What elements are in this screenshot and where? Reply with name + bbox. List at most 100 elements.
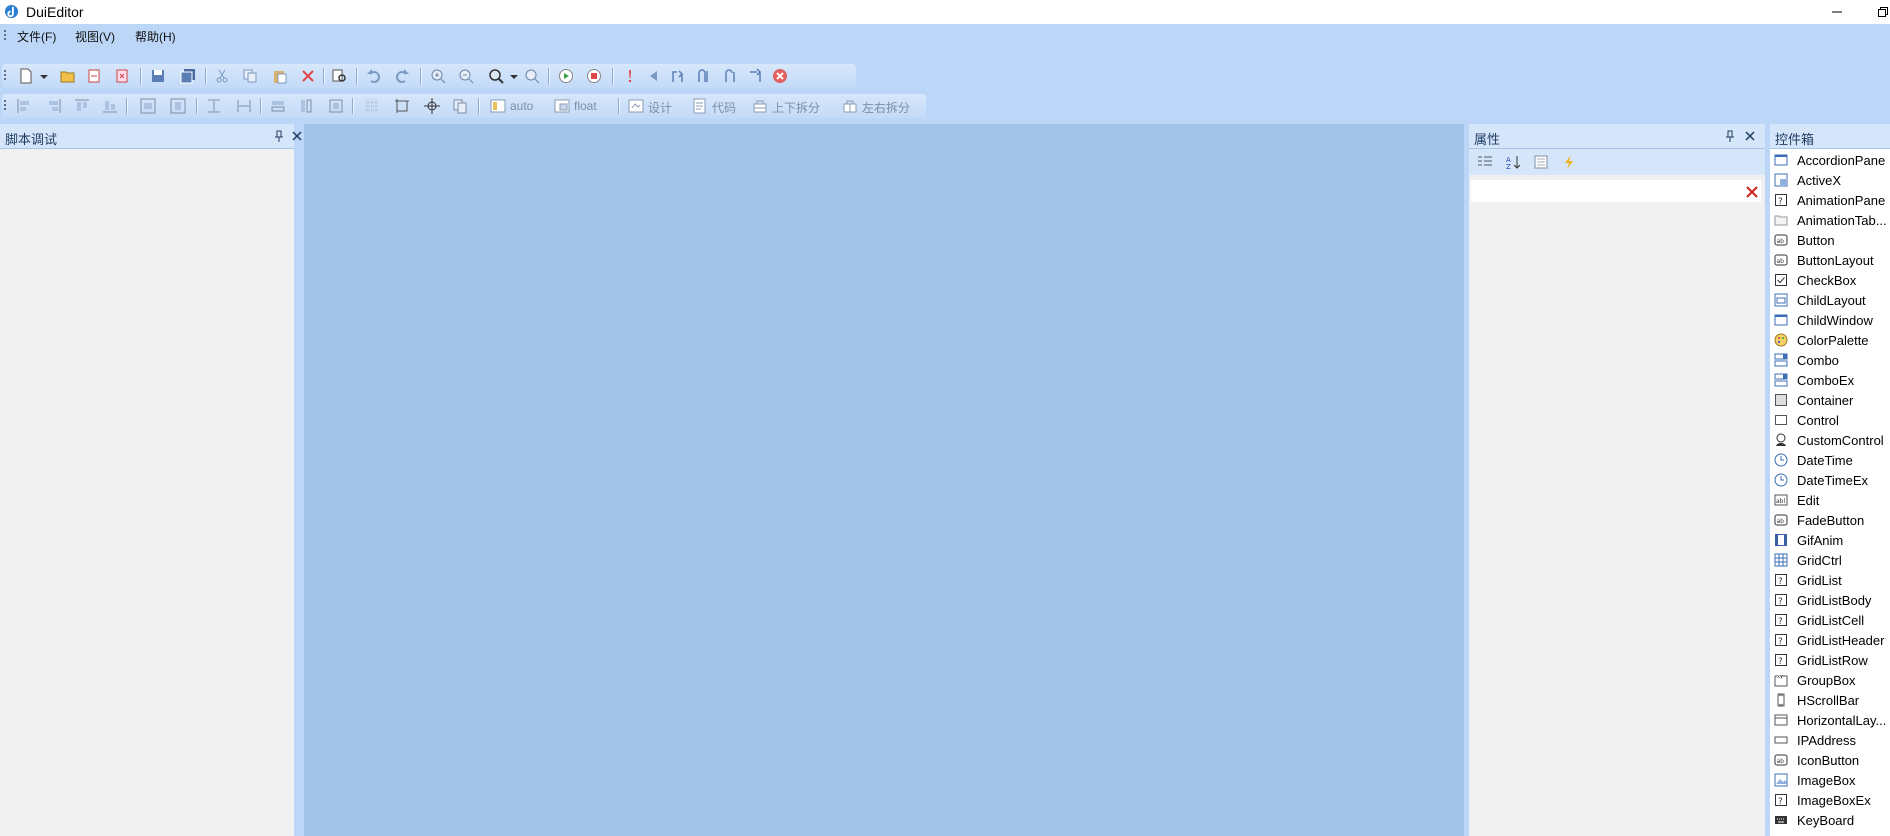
ruler-button[interactable] bbox=[394, 98, 410, 114]
run-to-cursor-button[interactable] bbox=[748, 68, 764, 84]
space-vertical-button[interactable] bbox=[206, 98, 222, 114]
toolbox-item-gridlistbody[interactable]: ? GridListBody bbox=[1770, 590, 1890, 610]
toolbox-item-imageboxex[interactable]: ? ImageBoxEx bbox=[1770, 790, 1890, 810]
auto-layout-button[interactable]: auto bbox=[510, 99, 533, 113]
toolbox-item-colorpalette[interactable]: ColorPalette bbox=[1770, 330, 1890, 350]
save-all-button[interactable] bbox=[180, 68, 196, 84]
run-button[interactable] bbox=[558, 68, 574, 84]
step-into-button[interactable] bbox=[670, 68, 686, 84]
cut-button[interactable] bbox=[214, 68, 230, 84]
toolbox-item-datetime[interactable]: DateTime bbox=[1770, 450, 1890, 470]
toolbox-item-iconbutton[interactable]: ab IconButton bbox=[1770, 750, 1890, 770]
toolbox-item-gridlistcell[interactable]: ? GridListCell bbox=[1770, 610, 1890, 630]
warning-button[interactable] bbox=[622, 68, 638, 84]
align-right-button[interactable] bbox=[46, 98, 62, 114]
toolbox-item-animationtab[interactable]: AnimationTab... bbox=[1770, 210, 1890, 230]
align-top-button[interactable] bbox=[74, 98, 90, 114]
toolbox-item-animationpane[interactable]: ? AnimationPane bbox=[1770, 190, 1890, 210]
same-height-button[interactable] bbox=[298, 98, 314, 114]
toolbox-item-activex[interactable]: ActiveX bbox=[1770, 170, 1890, 190]
toolbox-item-container[interactable]: Container bbox=[1770, 390, 1890, 410]
close-file-button[interactable] bbox=[114, 68, 130, 84]
code-view-button[interactable]: 代码 bbox=[712, 99, 736, 116]
open-button[interactable] bbox=[60, 68, 76, 84]
zoom-button[interactable] bbox=[488, 68, 504, 84]
step-over-button[interactable] bbox=[696, 68, 712, 84]
menu-help[interactable]: 帮助(H) bbox=[135, 28, 176, 45]
toolbox-item-horizontallay[interactable]: HorizontalLay... bbox=[1770, 710, 1890, 730]
align-bottom-button[interactable] bbox=[102, 98, 118, 114]
toolbox-item-gridlistrow[interactable]: ? GridListRow bbox=[1770, 650, 1890, 670]
delete-button[interactable] bbox=[300, 68, 316, 84]
toolbox-item-childwindow[interactable]: ChildWindow bbox=[1770, 310, 1890, 330]
terminate-button[interactable] bbox=[772, 68, 788, 84]
property-pages-button[interactable] bbox=[1533, 154, 1549, 170]
toolbox-item-gifanim[interactable]: GifAnim bbox=[1770, 530, 1890, 550]
find-button[interactable] bbox=[332, 68, 348, 84]
toolbox-item-combo[interactable]: Combo bbox=[1770, 350, 1890, 370]
events-button[interactable] bbox=[1561, 154, 1577, 170]
toolbox-item-checkbox[interactable]: CheckBox bbox=[1770, 270, 1890, 290]
pin-button[interactable] bbox=[1723, 129, 1737, 143]
toolbox-item-ipaddress[interactable]: IPAddress bbox=[1770, 730, 1890, 750]
toolbox-item-buttonlayout[interactable]: ab ButtonLayout bbox=[1770, 250, 1890, 270]
zoom-out-button[interactable] bbox=[458, 68, 474, 84]
toolbox-item-accordionpane[interactable]: AccordionPane bbox=[1770, 150, 1890, 170]
copy-layout-button[interactable] bbox=[452, 98, 468, 114]
center-horizontal-button[interactable] bbox=[140, 98, 156, 114]
toolbox-item-button[interactable]: ab Button bbox=[1770, 230, 1890, 250]
categorized-button[interactable] bbox=[1477, 154, 1493, 170]
menu-grip[interactable] bbox=[4, 28, 7, 42]
pin-button[interactable] bbox=[272, 129, 286, 143]
toolbar-grip[interactable] bbox=[4, 68, 7, 82]
toolbox-item-hscrollbar[interactable]: HScrollBar bbox=[1770, 690, 1890, 710]
crosshair-button[interactable] bbox=[424, 98, 440, 114]
split-vertical-button[interactable]: 上下拆分 bbox=[772, 99, 820, 116]
design-view-button[interactable]: 设计 bbox=[648, 99, 672, 116]
panel-close-button[interactable] bbox=[290, 129, 304, 143]
menu-file[interactable]: 文件(F) bbox=[17, 28, 56, 45]
float-layout-button[interactable]: float bbox=[574, 99, 597, 113]
zoom-reset-button[interactable] bbox=[524, 68, 540, 84]
new-file-dropdown[interactable] bbox=[36, 68, 48, 84]
toolbox-item-imagebox[interactable]: ImageBox bbox=[1770, 770, 1890, 790]
zoom-dropdown[interactable] bbox=[506, 68, 518, 84]
toolbox-item-control[interactable]: Control bbox=[1770, 410, 1890, 430]
toolbox-item-fadebutton[interactable]: ab FadeButton bbox=[1770, 510, 1890, 530]
paste-button[interactable] bbox=[272, 68, 288, 84]
design-canvas[interactable] bbox=[304, 124, 1464, 836]
toolbox-item-groupbox[interactable]: xy GroupBox bbox=[1770, 670, 1890, 690]
step-back-button[interactable] bbox=[646, 68, 662, 84]
toolbox-item-datetimeex[interactable]: DateTimeEx bbox=[1770, 470, 1890, 490]
grid-button[interactable] bbox=[364, 98, 380, 114]
split-horizontal-button[interactable]: 左右拆分 bbox=[862, 99, 910, 116]
minimize-button[interactable] bbox=[1814, 0, 1860, 24]
same-width-button[interactable] bbox=[270, 98, 286, 114]
zoom-in-button[interactable] bbox=[430, 68, 446, 84]
property-search-input[interactable] bbox=[1471, 180, 1761, 202]
toolbox-item-comboex[interactable]: ComboEx bbox=[1770, 370, 1890, 390]
toolbox-item-gridlist[interactable]: ? GridList bbox=[1770, 570, 1890, 590]
toolbox-item-keyboard[interactable]: KeyBoard bbox=[1770, 810, 1890, 830]
restore-button[interactable] bbox=[1860, 0, 1890, 24]
menu-view[interactable]: 视图(V) bbox=[75, 28, 115, 45]
center-vertical-button[interactable] bbox=[170, 98, 186, 114]
toolbar-grip[interactable] bbox=[4, 98, 7, 112]
step-out-button[interactable] bbox=[722, 68, 738, 84]
clear-icon[interactable] bbox=[1745, 185, 1759, 199]
align-left-button[interactable] bbox=[16, 98, 32, 114]
toolbox-item-customcontrol[interactable]: CustomControl bbox=[1770, 430, 1890, 450]
same-size-button[interactable] bbox=[328, 98, 344, 114]
space-horizontal-button[interactable] bbox=[236, 98, 252, 114]
copy-button[interactable] bbox=[242, 68, 258, 84]
undo-button[interactable] bbox=[366, 68, 382, 84]
toolbox-item-edit[interactable]: abl Edit bbox=[1770, 490, 1890, 510]
toolbox-item-gridlistheader[interactable]: ? GridListHeader bbox=[1770, 630, 1890, 650]
new-file-button[interactable] bbox=[18, 68, 34, 84]
toolbox-item-childlayout[interactable]: ChildLayout bbox=[1770, 290, 1890, 310]
reload-button[interactable] bbox=[86, 68, 102, 84]
stop-button[interactable] bbox=[586, 68, 602, 84]
panel-close-button[interactable] bbox=[1743, 129, 1757, 143]
save-button[interactable] bbox=[150, 68, 166, 84]
alphabetical-button[interactable]: AZ bbox=[1505, 154, 1521, 170]
